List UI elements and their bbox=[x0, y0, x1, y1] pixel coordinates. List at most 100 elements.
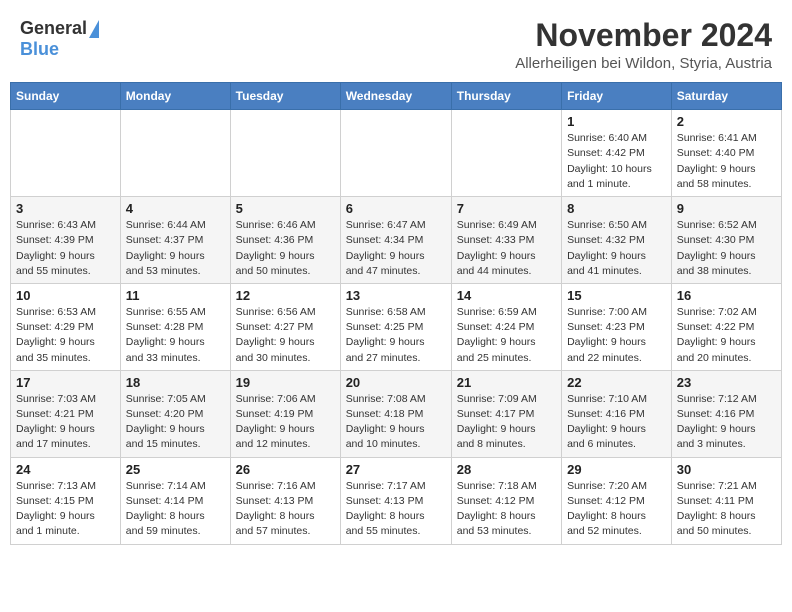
day-number: 7 bbox=[457, 201, 556, 216]
day-info: Sunrise: 6:56 AM Sunset: 4:27 PM Dayligh… bbox=[236, 305, 335, 366]
logo-general: General bbox=[20, 18, 87, 39]
calendar-cell: 8 Sunrise: 6:50 AM Sunset: 4:32 PM Daylig… bbox=[562, 197, 672, 284]
day-info: Sunrise: 7:21 AM Sunset: 4:11 PM Dayligh… bbox=[677, 479, 776, 540]
logo-blue: Blue bbox=[20, 39, 59, 60]
day-info: Sunrise: 6:46 AM Sunset: 4:36 PM Dayligh… bbox=[236, 218, 335, 279]
month-title: November 2024 bbox=[515, 18, 772, 53]
day-number: 4 bbox=[126, 201, 225, 216]
day-info: Sunrise: 6:47 AM Sunset: 4:34 PM Dayligh… bbox=[346, 218, 446, 279]
calendar-cell: 9 Sunrise: 6:52 AM Sunset: 4:30 PM Daylig… bbox=[671, 197, 781, 284]
calendar-cell: 13Sunrise: 6:58 AM Sunset: 4:25 PM Dayli… bbox=[340, 283, 451, 370]
calendar-week-row: 24Sunrise: 7:13 AM Sunset: 4:15 PM Dayli… bbox=[11, 457, 782, 544]
day-info: Sunrise: 7:12 AM Sunset: 4:16 PM Dayligh… bbox=[677, 392, 776, 453]
day-info: Sunrise: 7:03 AM Sunset: 4:21 PM Dayligh… bbox=[16, 392, 115, 453]
day-info: Sunrise: 7:02 AM Sunset: 4:22 PM Dayligh… bbox=[677, 305, 776, 366]
day-number: 18 bbox=[126, 375, 225, 390]
calendar-cell: 21Sunrise: 7:09 AM Sunset: 4:17 PM Dayli… bbox=[451, 370, 561, 457]
day-number: 23 bbox=[677, 375, 776, 390]
header-monday: Monday bbox=[120, 83, 230, 110]
calendar-week-row: 1 Sunrise: 6:40 AM Sunset: 4:42 PM Daylig… bbox=[11, 110, 782, 197]
calendar-cell: 20 Sunrise: 7:08 AM Sunset: 4:18 PM Dayli… bbox=[340, 370, 451, 457]
day-info: Sunrise: 7:08 AM Sunset: 4:18 PM Dayligh… bbox=[346, 392, 446, 453]
calendar-cell: 15Sunrise: 7:00 AM Sunset: 4:23 PM Dayli… bbox=[562, 283, 672, 370]
header-friday: Friday bbox=[562, 83, 672, 110]
day-info: Sunrise: 7:14 AM Sunset: 4:14 PM Dayligh… bbox=[126, 479, 225, 540]
day-info: Sunrise: 6:50 AM Sunset: 4:32 PM Dayligh… bbox=[567, 218, 666, 279]
day-info: Sunrise: 6:40 AM Sunset: 4:42 PM Dayligh… bbox=[567, 131, 666, 192]
day-number: 21 bbox=[457, 375, 556, 390]
calendar-cell bbox=[11, 110, 121, 197]
day-info: Sunrise: 6:43 AM Sunset: 4:39 PM Dayligh… bbox=[16, 218, 115, 279]
day-number: 5 bbox=[236, 201, 335, 216]
day-info: Sunrise: 6:59 AM Sunset: 4:24 PM Dayligh… bbox=[457, 305, 556, 366]
day-info: Sunrise: 6:53 AM Sunset: 4:29 PM Dayligh… bbox=[16, 305, 115, 366]
day-number: 25 bbox=[126, 462, 225, 477]
day-info: Sunrise: 6:52 AM Sunset: 4:30 PM Dayligh… bbox=[677, 218, 776, 279]
calendar-header-row: SundayMondayTuesdayWednesdayThursdayFrid… bbox=[11, 83, 782, 110]
calendar-cell: 3 Sunrise: 6:43 AM Sunset: 4:39 PM Daylig… bbox=[11, 197, 121, 284]
day-info: Sunrise: 7:00 AM Sunset: 4:23 PM Dayligh… bbox=[567, 305, 666, 366]
logo: General Blue bbox=[20, 18, 99, 60]
calendar-cell: 22 Sunrise: 7:10 AM Sunset: 4:16 PM Dayli… bbox=[562, 370, 672, 457]
day-info: Sunrise: 7:16 AM Sunset: 4:13 PM Dayligh… bbox=[236, 479, 335, 540]
calendar-cell: 17Sunrise: 7:03 AM Sunset: 4:21 PM Dayli… bbox=[11, 370, 121, 457]
day-number: 16 bbox=[677, 288, 776, 303]
day-info: Sunrise: 7:05 AM Sunset: 4:20 PM Dayligh… bbox=[126, 392, 225, 453]
header-wednesday: Wednesday bbox=[340, 83, 451, 110]
calendar-cell: 6 Sunrise: 6:47 AM Sunset: 4:34 PM Daylig… bbox=[340, 197, 451, 284]
calendar-cell: 10Sunrise: 6:53 AM Sunset: 4:29 PM Dayli… bbox=[11, 283, 121, 370]
calendar-cell: 1 Sunrise: 6:40 AM Sunset: 4:42 PM Daylig… bbox=[562, 110, 672, 197]
page-header: General Blue November 2024 Allerheiligen… bbox=[10, 10, 782, 78]
calendar-cell: 19Sunrise: 7:06 AM Sunset: 4:19 PM Dayli… bbox=[230, 370, 340, 457]
calendar-cell: 26Sunrise: 7:16 AM Sunset: 4:13 PM Dayli… bbox=[230, 457, 340, 544]
header-saturday: Saturday bbox=[671, 83, 781, 110]
day-number: 30 bbox=[677, 462, 776, 477]
calendar-cell: 30 Sunrise: 7:21 AM Sunset: 4:11 PM Dayli… bbox=[671, 457, 781, 544]
calendar-cell bbox=[451, 110, 561, 197]
day-number: 3 bbox=[16, 201, 115, 216]
day-number: 12 bbox=[236, 288, 335, 303]
day-number: 22 bbox=[567, 375, 666, 390]
day-info: Sunrise: 6:58 AM Sunset: 4:25 PM Dayligh… bbox=[346, 305, 446, 366]
calendar-cell: 14 Sunrise: 6:59 AM Sunset: 4:24 PM Dayli… bbox=[451, 283, 561, 370]
calendar-cell bbox=[230, 110, 340, 197]
calendar-week-row: 17Sunrise: 7:03 AM Sunset: 4:21 PM Dayli… bbox=[11, 370, 782, 457]
calendar-week-row: 3 Sunrise: 6:43 AM Sunset: 4:39 PM Daylig… bbox=[11, 197, 782, 284]
calendar-cell: 7 Sunrise: 6:49 AM Sunset: 4:33 PM Daylig… bbox=[451, 197, 561, 284]
day-number: 29 bbox=[567, 462, 666, 477]
day-info: Sunrise: 7:18 AM Sunset: 4:12 PM Dayligh… bbox=[457, 479, 556, 540]
calendar-cell: 24Sunrise: 7:13 AM Sunset: 4:15 PM Dayli… bbox=[11, 457, 121, 544]
day-info: Sunrise: 6:41 AM Sunset: 4:40 PM Dayligh… bbox=[677, 131, 776, 192]
day-number: 6 bbox=[346, 201, 446, 216]
calendar-cell bbox=[120, 110, 230, 197]
day-info: Sunrise: 6:49 AM Sunset: 4:33 PM Dayligh… bbox=[457, 218, 556, 279]
day-info: Sunrise: 7:10 AM Sunset: 4:16 PM Dayligh… bbox=[567, 392, 666, 453]
day-number: 2 bbox=[677, 114, 776, 129]
calendar-cell: 5 Sunrise: 6:46 AM Sunset: 4:36 PM Daylig… bbox=[230, 197, 340, 284]
title-area: November 2024 Allerheiligen bei Wildon, … bbox=[515, 18, 772, 72]
day-info: Sunrise: 6:44 AM Sunset: 4:37 PM Dayligh… bbox=[126, 218, 225, 279]
day-number: 9 bbox=[677, 201, 776, 216]
header-sunday: Sunday bbox=[11, 83, 121, 110]
day-info: Sunrise: 7:13 AM Sunset: 4:15 PM Dayligh… bbox=[16, 479, 115, 540]
calendar-cell: 23 Sunrise: 7:12 AM Sunset: 4:16 PM Dayli… bbox=[671, 370, 781, 457]
day-info: Sunrise: 7:06 AM Sunset: 4:19 PM Dayligh… bbox=[236, 392, 335, 453]
day-number: 28 bbox=[457, 462, 556, 477]
calendar-cell: 4 Sunrise: 6:44 AM Sunset: 4:37 PM Daylig… bbox=[120, 197, 230, 284]
calendar-cell: 2 Sunrise: 6:41 AM Sunset: 4:40 PM Daylig… bbox=[671, 110, 781, 197]
calendar-week-row: 10Sunrise: 6:53 AM Sunset: 4:29 PM Dayli… bbox=[11, 283, 782, 370]
day-info: Sunrise: 7:17 AM Sunset: 4:13 PM Dayligh… bbox=[346, 479, 446, 540]
day-info: Sunrise: 6:55 AM Sunset: 4:28 PM Dayligh… bbox=[126, 305, 225, 366]
day-info: Sunrise: 7:20 AM Sunset: 4:12 PM Dayligh… bbox=[567, 479, 666, 540]
calendar-body: 1 Sunrise: 6:40 AM Sunset: 4:42 PM Daylig… bbox=[11, 110, 782, 544]
day-number: 1 bbox=[567, 114, 666, 129]
calendar-cell bbox=[340, 110, 451, 197]
day-number: 14 bbox=[457, 288, 556, 303]
day-number: 20 bbox=[346, 375, 446, 390]
day-number: 27 bbox=[346, 462, 446, 477]
calendar-cell: 11Sunrise: 6:55 AM Sunset: 4:28 PM Dayli… bbox=[120, 283, 230, 370]
day-number: 8 bbox=[567, 201, 666, 216]
calendar-cell: 12 Sunrise: 6:56 AM Sunset: 4:27 PM Dayli… bbox=[230, 283, 340, 370]
calendar-cell: 16 Sunrise: 7:02 AM Sunset: 4:22 PM Dayli… bbox=[671, 283, 781, 370]
calendar-cell: 29 Sunrise: 7:20 AM Sunset: 4:12 PM Dayli… bbox=[562, 457, 672, 544]
